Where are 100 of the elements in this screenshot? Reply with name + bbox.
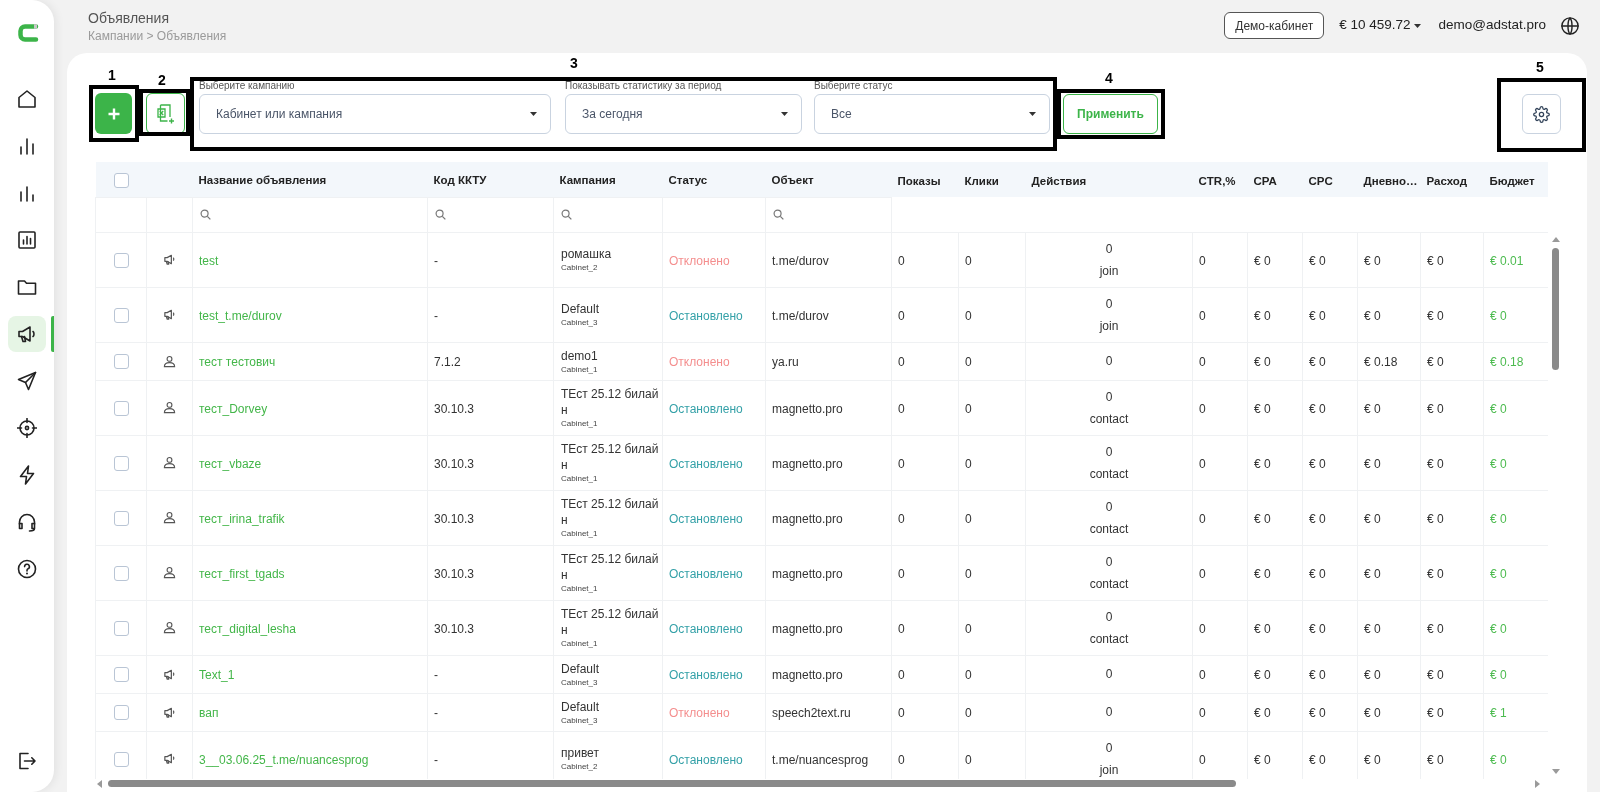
- breadcrumb: Кампании > Объявления: [88, 29, 227, 44]
- checkbox[interactable]: [113, 455, 129, 471]
- status-label: Отклонено: [669, 706, 730, 720]
- clicks-value: 0: [965, 511, 972, 526]
- checkbox[interactable]: [113, 400, 129, 416]
- ctr-value: 0: [1199, 621, 1206, 636]
- column-header[interactable]: Показы: [897, 174, 941, 187]
- checkbox[interactable]: [113, 172, 129, 188]
- campaign-name: Default: [561, 660, 600, 677]
- megaphone-icon: [163, 667, 176, 681]
- cabinet-name: Cabinet_2: [561, 262, 598, 273]
- settings-button[interactable]: [1522, 94, 1561, 134]
- kktu-code: 7.1.2: [434, 355, 461, 369]
- column-header[interactable]: Расход: [1426, 174, 1467, 187]
- checkbox[interactable]: [113, 667, 129, 683]
- budget-value: € 0.01: [1490, 253, 1524, 268]
- select-field[interactable]: Кабинет или кампания: [199, 94, 551, 134]
- action-type: contact: [1089, 410, 1129, 428]
- checkbox[interactable]: [113, 565, 129, 581]
- campaign-name: ТЕст 25.12 билайн: [561, 386, 660, 418]
- action-count: 0: [1105, 666, 1113, 683]
- campaign-name: ТЕст 25.12 билайн: [561, 441, 660, 473]
- select-field[interactable]: Все: [814, 94, 1050, 134]
- checkbox[interactable]: [113, 705, 129, 721]
- column-header[interactable]: Действия: [1031, 174, 1087, 187]
- column-header[interactable]: Бюджет: [1489, 174, 1535, 187]
- action-count: 0: [1105, 295, 1113, 313]
- annotation-number: 3: [570, 55, 578, 71]
- column-header[interactable]: Кампания: [559, 174, 616, 187]
- spend-value: € 0: [1427, 253, 1444, 268]
- scroll-up-icon[interactable]: [1551, 237, 1560, 242]
- campaign-name: ТЕст 25.12 билайн: [561, 496, 660, 528]
- nav-item[interactable]: [8, 316, 46, 352]
- checkbox[interactable]: [113, 252, 129, 268]
- select-field[interactable]: За сегодня: [565, 94, 802, 134]
- column-header[interactable]: CPA: [1253, 174, 1277, 187]
- action-type: contact: [1089, 465, 1129, 483]
- person-icon: [163, 621, 176, 634]
- column-header[interactable]: Название объявления: [198, 174, 327, 187]
- scrollbar-thumb[interactable]: [108, 780, 1236, 787]
- person-icon: [163, 511, 176, 524]
- spreadsheet-button[interactable]: [146, 93, 185, 134]
- column-header[interactable]: Дневно…: [1363, 174, 1418, 187]
- checkbox[interactable]: [113, 620, 129, 636]
- campaign-name: привет: [561, 745, 599, 761]
- cpc-value: € 0: [1309, 752, 1326, 767]
- cabinet-name: Cabinet_1: [561, 528, 598, 539]
- balance-dropdown[interactable]: € 10 459.72: [1339, 15, 1422, 36]
- daily-value: € 0: [1364, 253, 1381, 268]
- ctr-value: 0: [1199, 706, 1206, 720]
- person-icon: [163, 566, 176, 579]
- checkbox[interactable]: [113, 751, 129, 767]
- scrollbar-thumb[interactable]: [1552, 248, 1559, 370]
- budget-value: € 0: [1490, 621, 1507, 636]
- megaphone-icon: [163, 752, 176, 765]
- account-button[interactable]: Демо-кабинет: [1224, 12, 1325, 39]
- column-header[interactable]: CTR,%: [1198, 174, 1236, 187]
- object-text: magnetto.pro: [772, 621, 843, 636]
- person-icon: [163, 456, 176, 469]
- daily-value: € 0: [1364, 401, 1381, 416]
- column-header[interactable]: Статус: [668, 174, 708, 187]
- globe-icon[interactable]: [1561, 16, 1579, 35]
- column-header[interactable]: Клики: [964, 174, 999, 187]
- field-label: Показывать статистику за период: [565, 80, 722, 92]
- column-header[interactable]: Объект: [771, 174, 814, 187]
- cpa-value: € 0: [1254, 511, 1271, 526]
- ctr-value: 0: [1199, 566, 1206, 581]
- spend-value: € 0: [1427, 355, 1444, 369]
- impressions-value: 0: [898, 253, 905, 268]
- scroll-right-icon[interactable]: [1535, 779, 1540, 788]
- campaign-name: Default: [561, 301, 600, 317]
- scroll-down-icon[interactable]: [1551, 769, 1560, 774]
- help-icon: [17, 559, 37, 579]
- spend-value: € 0: [1427, 668, 1444, 682]
- checkbox[interactable]: [113, 354, 129, 370]
- megaphone-icon: [163, 705, 176, 719]
- cabinet-name: Cabinet_3: [561, 317, 598, 328]
- field-label: Выберите кампанию: [199, 80, 295, 92]
- annotation-number: 4: [1105, 70, 1113, 86]
- megaphone-icon: [17, 324, 37, 344]
- column-header[interactable]: CPC: [1308, 174, 1333, 187]
- checkbox[interactable]: [113, 307, 129, 323]
- spend-value: € 0: [1427, 456, 1444, 471]
- action-count: 0: [1105, 608, 1113, 626]
- scroll-left-icon[interactable]: [97, 779, 102, 788]
- spreadsheet-plus-icon: [156, 103, 175, 124]
- ctr-value: 0: [1199, 253, 1206, 268]
- campaign-name: Default: [561, 698, 600, 715]
- status-label: Остановлено: [669, 668, 743, 682]
- headset-icon: [17, 512, 37, 532]
- megaphone-icon: [163, 308, 176, 321]
- kktu-code: 30.10.3: [434, 511, 475, 526]
- search-icon: [773, 209, 784, 220]
- column-header[interactable]: Код ККТУ: [433, 174, 487, 187]
- add-button[interactable]: [95, 93, 132, 134]
- user-email[interactable]: demo@adstat.pro: [1438, 15, 1546, 36]
- cpa-value: € 0: [1254, 253, 1271, 268]
- checkbox[interactable]: [113, 510, 129, 526]
- impressions-value: 0: [898, 511, 905, 526]
- folder-icon: [17, 277, 37, 297]
